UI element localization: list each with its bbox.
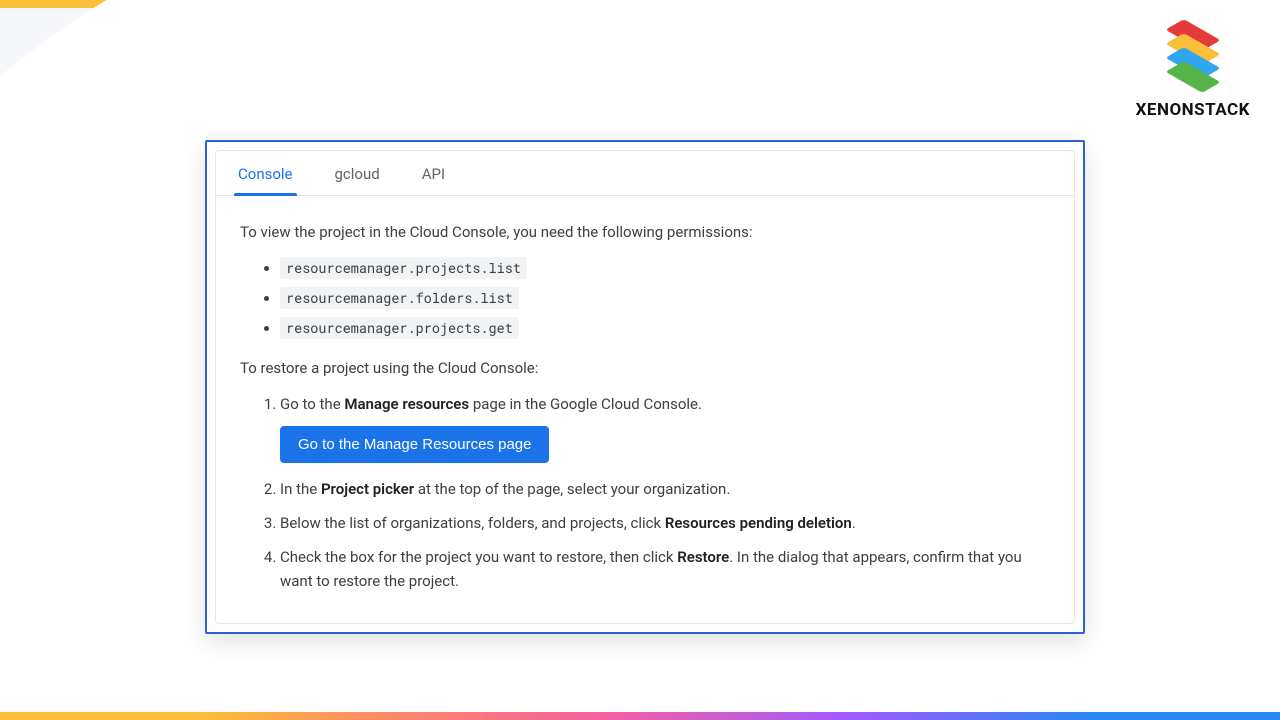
step-text: Go to the (280, 395, 344, 413)
permission-code: resourcemanager.folders.list (280, 287, 519, 309)
step-text: . (852, 514, 856, 532)
stack-icon (1162, 22, 1224, 90)
brand-logo: XENONSTACK (1136, 22, 1250, 120)
tab-api[interactable]: API (418, 151, 449, 195)
list-item: Go to the Manage resources page in the G… (280, 392, 1050, 467)
steps-list: Go to the Manage resources page in the G… (240, 392, 1050, 593)
step-text: In the (280, 480, 321, 498)
permission-code: resourcemanager.projects.get (280, 317, 519, 339)
permissions-list: resourcemanager.projects.list resourcema… (240, 256, 1050, 340)
intro-text: To view the project in the Cloud Console… (240, 220, 1050, 244)
tab-console[interactable]: Console (234, 151, 297, 195)
tab-gcloud[interactable]: gcloud (331, 151, 384, 195)
manage-resources-button[interactable]: Go to the Manage Resources page (280, 426, 549, 463)
step-strong: Resources pending deletion (665, 514, 852, 532)
list-item: In the Project picker at the top of the … (280, 477, 1050, 501)
list-item: resourcemanager.projects.get (280, 316, 1050, 340)
doc-card: Console gcloud API To view the project i… (205, 140, 1085, 634)
step-text: Check the box for the project you want t… (280, 548, 677, 566)
permission-code: resourcemanager.projects.list (280, 257, 527, 279)
restore-intro: To restore a project using the Cloud Con… (240, 356, 1050, 380)
brand-label: XENONSTACK (1136, 100, 1250, 120)
list-item: Below the list of organizations, folders… (280, 511, 1050, 535)
tab-bar: Console gcloud API (216, 151, 1074, 196)
tab-content-console: To view the project in the Cloud Console… (216, 196, 1074, 623)
step-text: Below the list of organizations, folders… (280, 514, 665, 532)
list-item: Check the box for the project you want t… (280, 545, 1050, 593)
list-item: resourcemanager.projects.list (280, 256, 1050, 280)
bottom-gradient-bar (0, 712, 1280, 720)
step-strong: Manage resources (344, 395, 469, 413)
step-text: at the top of the page, select your orga… (414, 480, 730, 498)
step-strong: Restore (677, 548, 729, 566)
list-item: resourcemanager.folders.list (280, 286, 1050, 310)
step-text: page in the Google Cloud Console. (469, 395, 702, 413)
step-strong: Project picker (321, 480, 414, 498)
